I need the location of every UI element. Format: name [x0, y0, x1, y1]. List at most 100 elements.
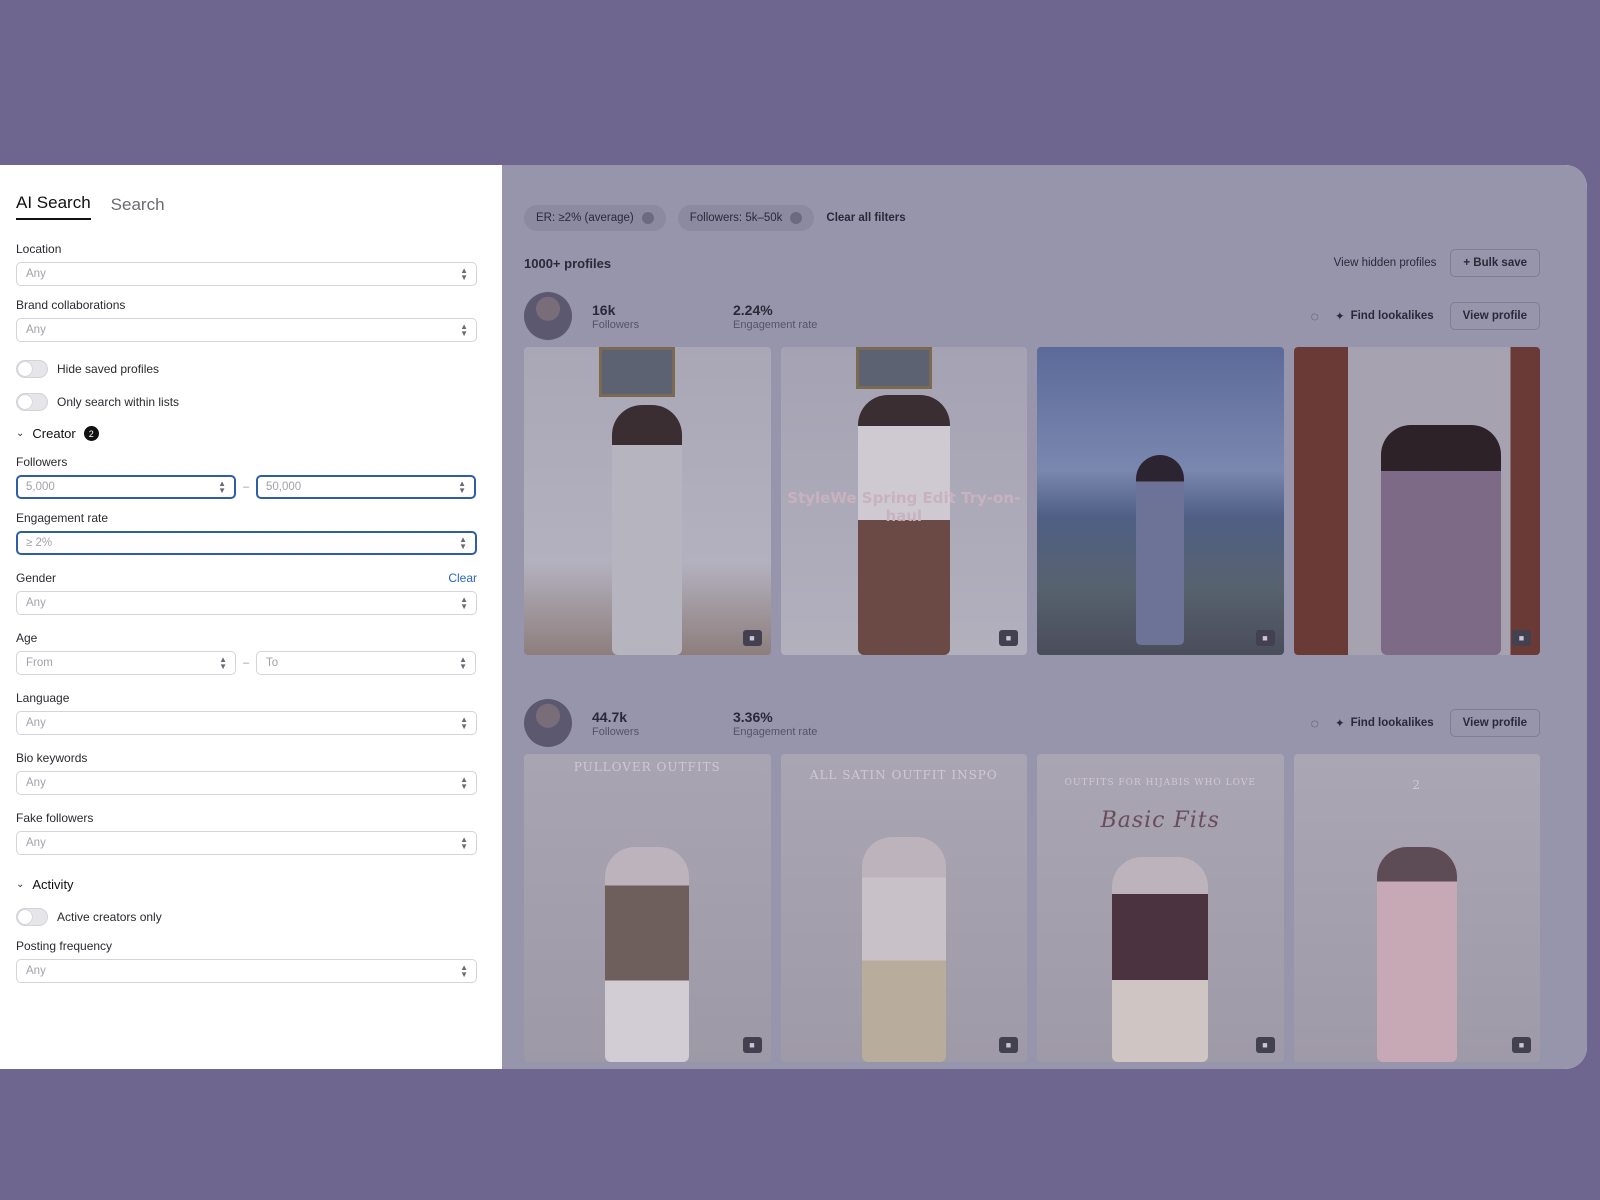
post-caption: ALL SATIN OUTFIT INSPO	[809, 768, 998, 782]
followers-min-input[interactable]: 5,000 ▲ ▼	[16, 475, 236, 499]
only-lists-toggle[interactable]	[16, 392, 48, 411]
video-icon: ■	[742, 630, 762, 646]
post-caption: PULLOVER OUTFITS	[573, 760, 721, 774]
range-separator: –	[242, 657, 250, 669]
view-profile-button[interactable]: View profile	[1449, 302, 1540, 330]
posting-frequency-filter: Posting frequency Any ▲ ▼	[16, 939, 477, 983]
updown-icon: ▲ ▼	[460, 715, 468, 731]
language-select[interactable]: Any ▲ ▼	[16, 711, 477, 735]
post-caption: 2	[1412, 778, 1422, 792]
followers-stat: 44.7k Followers	[592, 708, 640, 738]
fake-followers-filter: Fake followers Any ▲ ▼	[16, 811, 477, 855]
engagement-stat: 2.24% Engagement rate	[733, 301, 818, 331]
avatar[interactable]	[524, 292, 572, 340]
video-icon: ■	[1255, 630, 1275, 646]
creator-section-title: Creator	[32, 426, 76, 441]
followers-stat: 16k Followers	[592, 301, 640, 331]
updown-icon: ▲ ▼	[459, 655, 467, 671]
tab-search[interactable]: Search	[111, 195, 165, 220]
activity-section-toggle[interactable]: ⌄ Activity	[16, 877, 477, 892]
view-profile-button[interactable]: View profile	[1449, 709, 1540, 737]
updown-icon: ▲ ▼	[458, 479, 466, 495]
clear-all-filters-link[interactable]: Clear all filters	[826, 212, 905, 224]
post-thumbnail[interactable]: StyleWe Spring Edit Try-on-haul ■	[780, 347, 1027, 655]
hide-saved-toggle[interactable]	[16, 359, 48, 378]
gender-clear-link[interactable]: Clear	[448, 571, 477, 585]
sparkle-icon: ✦	[1334, 718, 1345, 730]
updown-icon: ▲ ▼	[460, 963, 468, 979]
profile-card: 16k Followers 2.24% Engagement rate ◌ ✦ F…	[524, 292, 1540, 655]
followers-max-input[interactable]: 50,000 ▲ ▼	[256, 475, 476, 499]
updown-icon: ▲ ▼	[218, 479, 226, 495]
post-caption: OUTFITS FOR HIJABIS WHO LOVE	[1064, 778, 1256, 788]
post-caption: StyleWe Spring Edit Try-on-haul	[787, 489, 1021, 525]
fake-followers-select[interactable]: Any ▲ ▼	[16, 831, 477, 855]
video-icon: ■	[742, 1037, 762, 1053]
chevron-down-icon: ⌄	[16, 879, 25, 890]
video-icon: ■	[999, 1037, 1018, 1053]
age-label: Age	[16, 631, 38, 645]
hide-profile-icon[interactable]: ◌	[1311, 308, 1319, 324]
video-icon: ■	[1512, 1037, 1531, 1053]
engagement-label: Engagement rate	[16, 511, 109, 525]
creator-section-toggle[interactable]: ⌄ Creator 2	[16, 426, 477, 441]
followers-filter: Followers 5,000 ▲ ▼ – 50,000 ▲ ▼	[16, 455, 477, 499]
chevron-down-icon: ⌄	[16, 428, 25, 439]
age-from-select[interactable]: From ▲ ▼	[16, 651, 236, 675]
view-hidden-profiles-link[interactable]: View hidden profiles	[1334, 257, 1437, 269]
tab-ai-search[interactable]: AI Search	[16, 193, 91, 220]
avatar[interactable]	[524, 699, 572, 747]
fake-followers-label: Fake followers	[16, 811, 94, 825]
post-thumbnail[interactable]: ■	[524, 347, 771, 655]
age-to-select[interactable]: To ▲ ▼	[256, 651, 476, 675]
hide-saved-label: Hide saved profiles	[57, 361, 160, 376]
location-select[interactable]: Any ▲ ▼	[16, 262, 477, 286]
posting-frequency-label: Posting frequency	[16, 939, 113, 953]
post-thumbnail[interactable]: OUTFITS FOR HIJABIS WHO LOVE Basic Fits …	[1037, 754, 1284, 1062]
engagement-stat: 3.36% Engagement rate	[733, 708, 818, 738]
hide-profile-icon[interactable]: ◌	[1311, 715, 1319, 731]
brand-select[interactable]: Any ▲ ▼	[16, 318, 477, 342]
brand-label: Brand collaborations	[16, 298, 126, 312]
updown-icon: ▲ ▼	[460, 595, 468, 611]
video-icon: ■	[999, 630, 1018, 646]
updown-icon: ▲ ▼	[459, 535, 467, 551]
filter-chip-er[interactable]: ER: ≥2% (average)	[524, 205, 666, 231]
bio-keywords-select[interactable]: Any ▲ ▼	[16, 771, 477, 795]
remove-chip-icon[interactable]	[641, 212, 654, 224]
activity-section-title: Activity	[32, 877, 74, 892]
updown-icon: ▲ ▼	[460, 775, 468, 791]
post-thumbnail[interactable]: ■	[1037, 347, 1284, 655]
age-filter: Age From ▲ ▼ – To ▲ ▼	[16, 631, 477, 675]
gender-select[interactable]: Any ▲ ▼	[16, 591, 477, 615]
location-label: Location	[16, 242, 62, 256]
bulk-save-button[interactable]: + Bulk save	[1450, 249, 1540, 277]
filter-chip-followers[interactable]: Followers: 5k–50k	[677, 205, 815, 231]
brand-filter: Brand collaborations Any ▲ ▼	[16, 298, 477, 342]
video-icon: ■	[1512, 630, 1531, 646]
post-thumbnail[interactable]: 2 ■	[1293, 754, 1540, 1062]
language-label: Language	[16, 691, 70, 705]
profile-card: 44.7k Followers 3.36% Engagement rate ◌ …	[524, 699, 1540, 1062]
post-thumbnail[interactable]: ALL SATIN OUTFIT INSPO ■	[780, 754, 1027, 1062]
location-filter: Location Any ▲ ▼	[16, 242, 477, 286]
active-only-row: Active creators only	[16, 906, 477, 927]
language-filter: Language Any ▲ ▼	[16, 691, 477, 735]
active-only-toggle[interactable]	[16, 907, 48, 926]
find-lookalikes-button[interactable]: ✦ Find lookalikes	[1335, 716, 1434, 730]
results-bar: 1000+ profiles View hidden profiles + Bu…	[524, 249, 1540, 277]
posting-frequency-select[interactable]: Any ▲ ▼	[16, 959, 477, 983]
engagement-select[interactable]: ≥ 2% ▲ ▼	[16, 531, 477, 555]
updown-icon: ▲ ▼	[219, 655, 227, 671]
updown-icon: ▲ ▼	[460, 266, 468, 282]
find-lookalikes-button[interactable]: ✦ Find lookalikes	[1335, 309, 1434, 323]
active-filter-chips: ER: ≥2% (average) Followers: 5k–50k Clea…	[524, 205, 1540, 231]
followers-label: Followers	[16, 455, 68, 469]
post-thumbnail[interactable]: PULLOVER OUTFITS ■	[524, 754, 771, 1062]
updown-icon: ▲ ▼	[460, 322, 468, 338]
gender-label: Gender Clear	[16, 571, 477, 585]
engagement-filter: Engagement rate ≥ 2% ▲ ▼	[16, 511, 477, 555]
post-thumbnails: ■ StyleWe Spring Edit Try-on-haul ■ ■ ■	[524, 347, 1540, 655]
remove-chip-icon[interactable]	[790, 212, 803, 224]
post-thumbnail[interactable]: ■	[1293, 347, 1540, 655]
